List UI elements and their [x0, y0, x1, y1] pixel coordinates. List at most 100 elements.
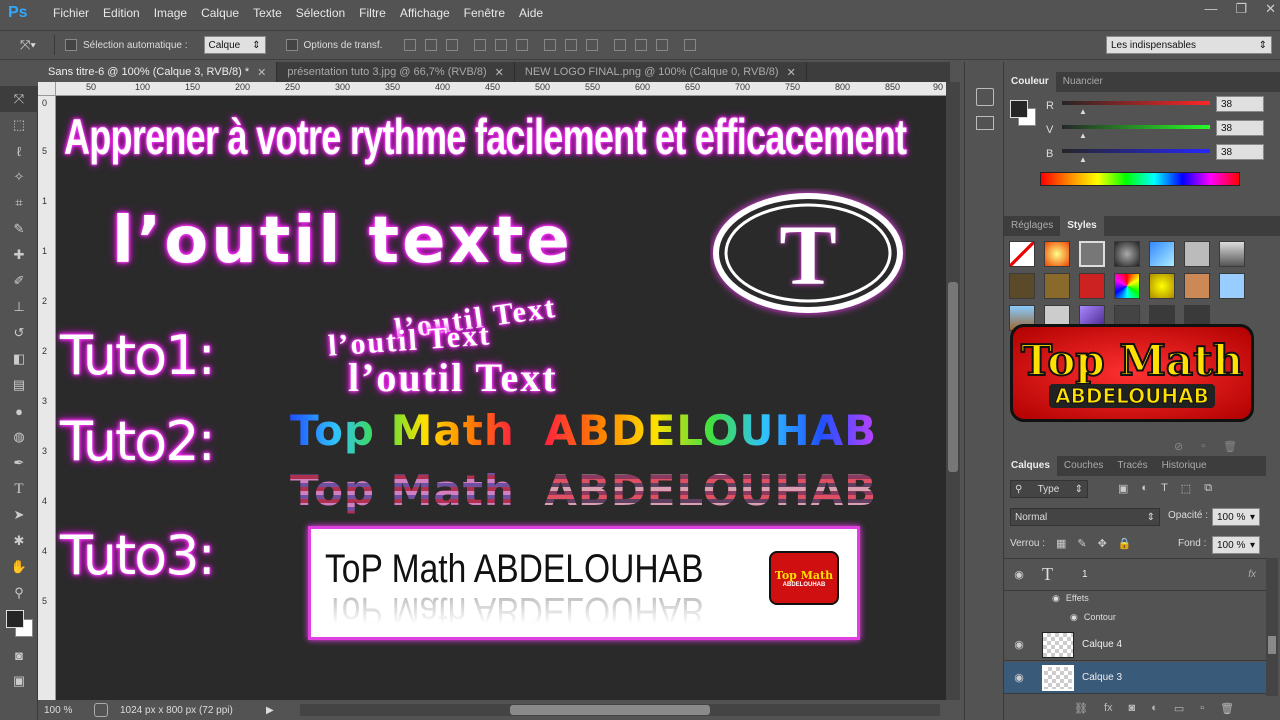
layers-scrollbar[interactable] — [1266, 558, 1278, 696]
history-panel-icon[interactable] — [976, 88, 994, 106]
tab-styles[interactable]: Styles — [1060, 216, 1104, 236]
gradient-tool-icon[interactable]: ▤ — [0, 372, 38, 398]
brush-tool-icon[interactable]: ✐ — [0, 268, 38, 294]
delete-layer-icon[interactable]: 🗑 — [1220, 702, 1234, 715]
eyedropper-tool-icon[interactable]: ✎ — [0, 216, 38, 242]
layer-name[interactable]: Calque 4 — [1082, 639, 1122, 650]
tab-reglages[interactable]: Réglages — [1004, 216, 1060, 236]
horizontal-scrollbar[interactable] — [300, 704, 940, 716]
align-right-icon[interactable] — [516, 39, 529, 51]
tab-presentation-tuto-3[interactable]: présentation tuto 3.jpg @ 66,7% (RVB/8) ✕ — [277, 62, 515, 82]
lock-position-icon[interactable]: ✥ — [1098, 537, 1107, 550]
channel-b-value[interactable]: 38 — [1216, 144, 1264, 160]
visibility-eye-icon[interactable]: ◉ — [1004, 671, 1034, 684]
slider-handle[interactable]: ▲ — [1079, 107, 1087, 116]
menu-edition[interactable]: Edition — [96, 0, 147, 26]
healing-brush-tool-icon[interactable]: ✚ — [0, 242, 38, 268]
layer-row-text-1[interactable]: ◉ T 1 fx — [1004, 559, 1266, 591]
filter-type-icon[interactable]: T — [1161, 482, 1168, 495]
new-group-icon[interactable]: ▭ — [1174, 702, 1184, 715]
add-style-icon[interactable]: fx — [1104, 702, 1113, 715]
auto-align-icon[interactable] — [684, 39, 697, 51]
history-brush-tool-icon[interactable]: ↺ — [0, 320, 38, 346]
filter-pixel-icon[interactable]: ▣ — [1118, 482, 1128, 495]
visibility-eye-icon[interactable]: ◉ — [1004, 638, 1034, 651]
lock-pixels-icon[interactable]: ✎ — [1077, 537, 1086, 550]
screen-mode-icon[interactable]: ▣ — [0, 668, 38, 694]
layer-name[interactable]: Calque 3 — [1082, 672, 1122, 683]
style-swatch[interactable] — [1184, 241, 1211, 267]
layer-row-calque-4[interactable]: ◉ Calque 4 — [1004, 629, 1266, 661]
tab-traces[interactable]: Tracés — [1110, 456, 1154, 476]
scroll-thumb[interactable] — [948, 282, 958, 472]
scroll-thumb[interactable] — [510, 705, 710, 715]
slider-handle[interactable]: ▲ — [1079, 155, 1087, 164]
lock-all-icon[interactable]: 🔒 — [1118, 537, 1132, 550]
status-menu-icon[interactable] — [94, 703, 108, 717]
channel-r-value[interactable]: 38 — [1216, 96, 1264, 112]
style-swatch[interactable] — [1079, 273, 1106, 299]
close-icon[interactable]: ✕ — [787, 66, 796, 79]
filter-adjust-icon[interactable]: ◐ — [1141, 482, 1148, 495]
magic-wand-tool-icon[interactable]: ✧ — [0, 164, 38, 190]
pen-tool-icon[interactable]: ✒ — [0, 450, 38, 476]
menu-texte[interactable]: Texte — [246, 0, 289, 26]
style-swatch[interactable] — [1219, 241, 1246, 267]
crop-tool-icon[interactable]: ⌗ — [0, 190, 38, 216]
slider-handle[interactable]: ▲ — [1079, 131, 1087, 140]
zoom-level[interactable]: 100 % — [44, 705, 88, 716]
align-vcenter-icon[interactable] — [425, 39, 438, 51]
foreground-color-swatch[interactable] — [1010, 100, 1028, 118]
style-swatch[interactable] — [1149, 273, 1176, 299]
adjustment-layer-icon[interactable]: ◐ — [1151, 702, 1158, 715]
eraser-tool-icon[interactable]: ◧ — [0, 346, 38, 372]
menu-image[interactable]: Image — [147, 0, 194, 26]
color-swatches[interactable] — [0, 606, 38, 642]
menu-aide[interactable]: Aide — [512, 0, 550, 26]
transform-controls-checkbox[interactable] — [285, 39, 298, 51]
style-swatch[interactable] — [1149, 241, 1176, 267]
document-canvas[interactable]: Apprener à votre rythme facilement et ef… — [56, 96, 946, 700]
hand-tool-icon[interactable]: ✋ — [0, 554, 38, 580]
restore-button[interactable]: ❐ — [1235, 0, 1247, 18]
auto-select-dropdown[interactable]: Calque ⇕ — [203, 36, 266, 54]
distribute-left-icon[interactable] — [614, 39, 627, 51]
layer-effect-contour[interactable]: ◉ Contour — [1070, 612, 1116, 623]
distribute-vcenter-icon[interactable] — [565, 39, 578, 51]
tab-couleur[interactable]: Couleur — [1004, 72, 1056, 92]
tab-nuancier[interactable]: Nuancier — [1056, 72, 1110, 92]
filter-smart-icon[interactable]: ⧉ — [1204, 482, 1212, 495]
style-swatch[interactable] — [1184, 273, 1211, 299]
properties-panel-icon[interactable] — [976, 116, 994, 130]
ruler-origin[interactable] — [38, 82, 56, 96]
tab-couches[interactable]: Couches — [1057, 456, 1110, 476]
blur-tool-icon[interactable]: ● — [0, 398, 38, 424]
channel-v-value[interactable]: 38 — [1216, 120, 1264, 136]
visibility-eye-icon[interactable]: ◉ — [1004, 568, 1034, 581]
layer-filter-dropdown[interactable]: ⚲ Type ⇕ — [1010, 480, 1088, 498]
clear-style-icon[interactable]: ⊘ — [1174, 440, 1183, 453]
style-swatch[interactable] — [1044, 273, 1071, 299]
style-swatch[interactable] — [1114, 273, 1141, 299]
layer-effects-row[interactable]: ◉ Effets — [1052, 593, 1089, 604]
distribute-right-icon[interactable] — [656, 39, 669, 51]
zoom-tool-icon[interactable]: ⚲ — [0, 580, 38, 606]
scroll-thumb[interactable] — [1268, 636, 1276, 654]
layer-name[interactable]: 1 — [1082, 569, 1248, 580]
minimize-button[interactable]: — — [1204, 0, 1217, 18]
new-style-icon[interactable]: ▫ — [1201, 440, 1205, 453]
close-button[interactable]: ✕ — [1265, 0, 1276, 18]
workspace-dropdown[interactable]: Les indispensables ⇕ — [1106, 36, 1272, 54]
trash-icon[interactable]: 🗑 — [1223, 440, 1237, 453]
align-hcenter-icon[interactable] — [495, 39, 508, 51]
play-icon[interactable]: ▶ — [266, 705, 274, 716]
green-slider[interactable] — [1062, 125, 1210, 129]
blend-mode-dropdown[interactable]: Normal ⇕ — [1010, 508, 1160, 526]
move-tool-icon[interactable]: ⤧ — [0, 86, 38, 112]
fx-icon[interactable]: fx — [1248, 569, 1256, 580]
lock-transparency-icon[interactable]: ▦ — [1056, 537, 1066, 550]
align-bottom-icon[interactable] — [446, 39, 459, 51]
opacity-value[interactable]: 100 % ▾ — [1212, 508, 1260, 526]
tab-historique[interactable]: Historique — [1155, 456, 1214, 476]
close-icon[interactable]: ✕ — [257, 66, 266, 79]
